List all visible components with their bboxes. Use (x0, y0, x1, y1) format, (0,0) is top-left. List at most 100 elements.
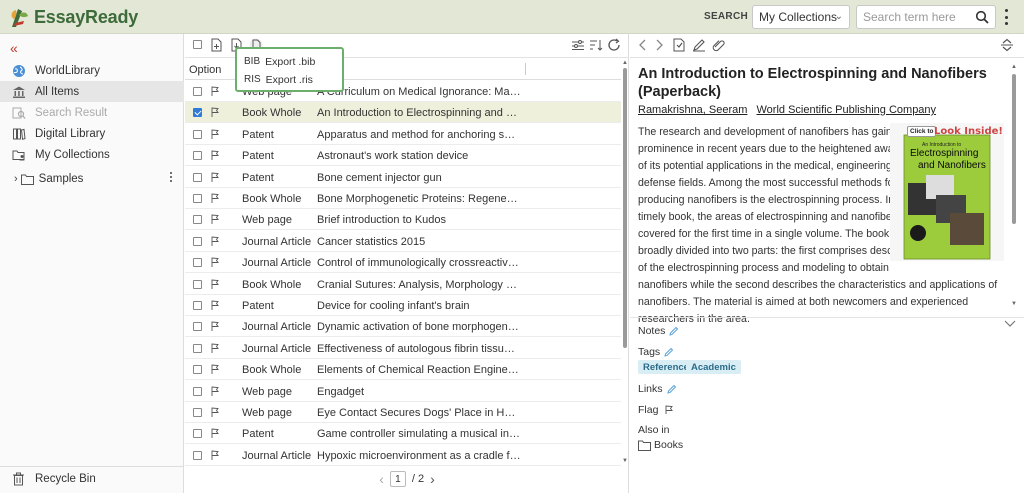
expand-collapse-icon[interactable] (1000, 38, 1014, 52)
table-row[interactable]: Journal Article Hypoxic microenvironment … (185, 445, 621, 466)
row-checkbox[interactable] (193, 151, 202, 161)
book-cover-image[interactable]: Click to Look Inside! An Introduction to… (890, 123, 1004, 261)
publisher-link[interactable]: World Scientific Publishing Company (757, 104, 937, 116)
table-row[interactable]: Patent Bone cement injector gun (185, 167, 621, 188)
more-options-icon[interactable] (170, 172, 174, 182)
sidebar-item-digital-library[interactable]: Digital Library (0, 123, 184, 144)
flag-icon[interactable] (210, 150, 220, 161)
table-row[interactable]: Patent Astronaut's work station device (185, 145, 621, 167)
scroll-up-icon[interactable]: ▲ (622, 60, 628, 66)
row-checkbox[interactable] (193, 386, 202, 396)
row-checkbox[interactable] (193, 450, 202, 460)
table-row[interactable]: Journal Article Cancer statistics 2015 (185, 231, 621, 252)
flag-icon[interactable] (210, 86, 220, 97)
row-checkbox[interactable] (193, 87, 202, 96)
sidebar-item-worldlibrary[interactable]: WorldLibrary (0, 60, 184, 81)
table-row[interactable]: Patent Device for cooling infant's brain (185, 295, 621, 316)
export-bib-item[interactable]: BIB Export .bib (244, 54, 315, 69)
row-checkbox[interactable] (193, 408, 202, 417)
search-icon[interactable] (975, 10, 989, 24)
pencil-icon[interactable] (669, 326, 679, 336)
table-row[interactable]: Web page Engadget (185, 381, 621, 402)
collapse-sidebar-icon[interactable]: « (10, 40, 18, 56)
scroll-thumb[interactable] (623, 68, 627, 348)
row-checkbox[interactable] (193, 258, 202, 268)
search-input[interactable] (857, 6, 969, 28)
prev-page-icon[interactable]: ‹ (379, 471, 384, 487)
table-row[interactable]: Journal Article Control of immunologicall… (185, 252, 621, 274)
pencil-icon[interactable] (666, 384, 677, 394)
tag-academic[interactable]: Academic (686, 360, 741, 374)
back-icon[interactable] (636, 38, 650, 52)
app-logo[interactable]: EssayReady (8, 5, 138, 29)
flag-icon[interactable] (210, 236, 220, 247)
row-checkbox[interactable] (193, 322, 202, 332)
table-row[interactable]: Patent Apparatus and method for anchoring… (185, 124, 621, 145)
row-checkbox[interactable] (193, 215, 202, 225)
author-link[interactable]: Ramakrishna, Seeram (638, 104, 747, 116)
flag-icon[interactable] (210, 279, 220, 290)
cite-icon[interactable] (672, 38, 686, 52)
flag-icon[interactable] (210, 407, 220, 418)
column-option[interactable]: Option (189, 64, 221, 76)
table-row[interactable]: Book Whole Elements of Chemical Reaction … (185, 359, 621, 381)
scroll-down-icon[interactable]: ▼ (622, 458, 628, 464)
sidebar-item-recycle-bin[interactable]: Recycle Bin (0, 466, 184, 490)
row-checkbox[interactable] (193, 129, 202, 139)
flag-icon[interactable] (210, 214, 220, 225)
chevron-down-icon[interactable] (1004, 319, 1016, 329)
flag-icon[interactable] (210, 386, 220, 397)
row-checkbox[interactable] (193, 108, 202, 118)
page-number-input[interactable]: 1 (389, 471, 406, 487)
refresh-icon[interactable] (607, 38, 621, 52)
flag-icon[interactable] (210, 107, 220, 118)
row-checkbox[interactable] (193, 236, 202, 246)
table-row[interactable]: Web page Brief introduction to Kudos (185, 209, 621, 231)
table-row[interactable]: Web page Eye Contact Secures Dogs' Place … (185, 402, 621, 423)
table-row[interactable]: Patent Game controller simulating a music… (185, 423, 621, 445)
table-row[interactable]: Book Whole Bone Morphogenetic Proteins: R… (185, 188, 621, 209)
scroll-thumb[interactable] (1012, 74, 1016, 224)
row-checkbox[interactable] (193, 343, 202, 353)
flag-icon[interactable] (210, 364, 220, 375)
forward-icon[interactable] (652, 38, 666, 52)
select-all-checkbox[interactable] (193, 40, 202, 49)
sort-icon[interactable] (589, 38, 603, 52)
sidebar-item-samples[interactable]: › Samples (14, 170, 182, 188)
flag-icon[interactable] (210, 450, 220, 461)
table-row[interactable]: Book Whole An Introduction to Electrospin… (185, 102, 621, 124)
add-item-icon[interactable] (209, 38, 223, 52)
edit-icon[interactable] (692, 38, 706, 52)
flag-icon[interactable] (210, 193, 220, 204)
row-checkbox[interactable] (193, 301, 202, 310)
detail-scrollbar[interactable]: ▲ ▼ (1010, 64, 1018, 309)
pencil-icon[interactable] (664, 347, 674, 357)
export-ris-item[interactable]: RIS Export .ris (244, 72, 313, 87)
next-page-icon[interactable]: › (430, 471, 435, 487)
row-checkbox[interactable] (193, 429, 202, 439)
sidebar-item-search-result[interactable]: Search Result (0, 102, 184, 123)
filter-icon[interactable] (571, 38, 585, 52)
more-vertical-icon[interactable] (1001, 8, 1011, 26)
scroll-up-icon[interactable]: ▲ (1011, 64, 1017, 70)
sidebar-item-all-items[interactable]: All Items (0, 81, 184, 102)
row-checkbox[interactable] (193, 279, 202, 289)
collection-select[interactable]: My Collections ⌄ (752, 5, 850, 29)
flag-icon[interactable] (210, 129, 220, 140)
chevron-right-icon[interactable]: › (14, 173, 18, 185)
table-row[interactable]: Journal Article Dynamic activation of bon… (185, 316, 621, 338)
table-row[interactable]: Journal Article Effectiveness of autologo… (185, 338, 621, 359)
sidebar-item-my-collections[interactable]: My Collections (0, 144, 184, 165)
also-in-books[interactable]: Books (638, 439, 683, 451)
row-checkbox[interactable] (193, 172, 202, 182)
flag-icon[interactable] (210, 172, 220, 183)
flag-icon[interactable] (210, 343, 220, 354)
row-checkbox[interactable] (193, 194, 202, 203)
scroll-down-icon[interactable]: ▼ (1011, 301, 1017, 307)
flag-icon[interactable] (210, 257, 220, 268)
flag-icon[interactable] (210, 428, 220, 439)
attachment-icon[interactable] (712, 38, 726, 52)
flag-icon[interactable] (210, 321, 220, 332)
list-scrollbar[interactable]: ▲ ▼ (622, 60, 628, 465)
row-checkbox[interactable] (193, 365, 202, 375)
